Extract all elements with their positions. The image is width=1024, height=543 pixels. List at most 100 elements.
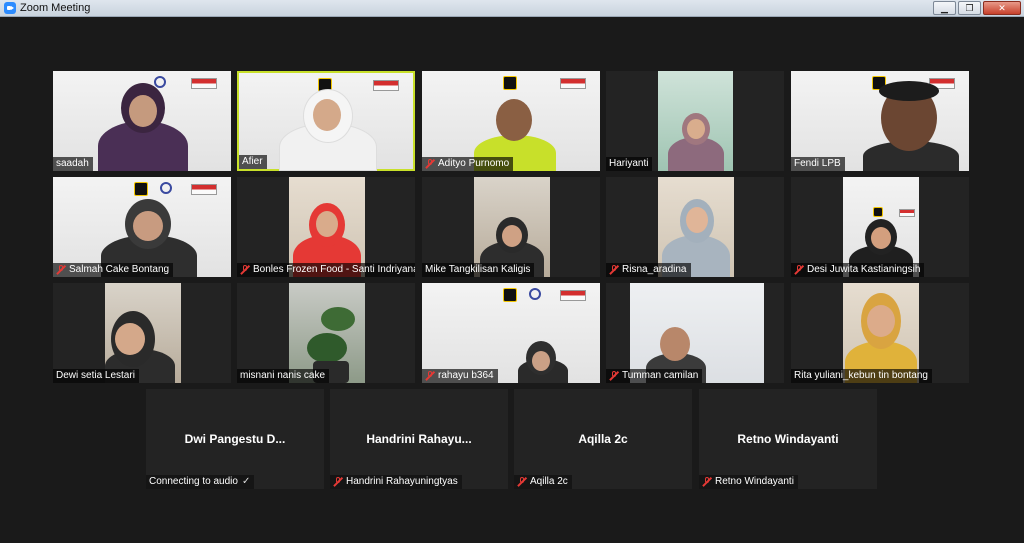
participant-card[interactable]: Retno Windayanti Retno Windayanti xyxy=(699,389,877,489)
video-feed xyxy=(843,177,919,277)
window-title: Zoom Meeting xyxy=(20,2,91,14)
participant-name: Risna_aradina xyxy=(622,264,687,275)
participant-nametag: Risna_aradina xyxy=(606,263,691,277)
participant-name: Hariyanti xyxy=(609,158,649,169)
participant-name: Handrini Rahayuningtyas xyxy=(346,476,458,487)
video-tile[interactable]: misnani nanis cake xyxy=(237,283,415,383)
video-feed xyxy=(53,71,231,171)
mic-muted-icon xyxy=(425,159,435,169)
participant-nametag: Salmah Cake Bontang xyxy=(53,263,174,277)
event-logos xyxy=(436,76,586,90)
video-feed xyxy=(791,71,969,171)
participant-name: Aqilla 2c xyxy=(530,476,568,487)
minimize-button[interactable]: ▁ xyxy=(933,1,956,15)
participant-nametag: Mike Tangkilisan Kaligis xyxy=(422,263,535,277)
participant-nametag: Tumman camilan xyxy=(606,369,703,383)
participant-silhouette xyxy=(666,111,726,171)
participant-display-name: Dwi Pangestu D... xyxy=(184,432,286,446)
video-tile[interactable]: Salmah Cake Bontang xyxy=(53,177,231,277)
mic-muted-icon xyxy=(609,265,619,275)
video-feed xyxy=(422,71,600,171)
banner-logo-icon xyxy=(191,184,217,195)
participant-name: Retno Windayanti xyxy=(715,476,794,487)
video-tile[interactable]: rahayu b364 xyxy=(422,283,600,383)
video-tile[interactable]: Hariyanti xyxy=(606,71,784,171)
video-tile[interactable]: Adityo Purnomo xyxy=(422,71,600,171)
participant-name: Afier xyxy=(242,156,263,167)
participant-name: Rita yuliani_kebun tin bontang xyxy=(794,370,928,381)
participant-name: Adityo Purnomo xyxy=(438,158,510,169)
banner-logo-icon xyxy=(560,78,586,89)
participant-name: rahayu b364 xyxy=(438,370,494,381)
window-controls: ▁ ❐ ✕ xyxy=(933,1,1021,15)
video-feed xyxy=(289,177,365,277)
video-feed xyxy=(474,177,550,277)
video-feed xyxy=(658,71,733,171)
video-feed xyxy=(105,283,181,383)
participant-silhouette xyxy=(861,81,961,171)
participant-silhouette xyxy=(277,87,377,171)
participant-nametag: Afier xyxy=(239,155,267,169)
video-tile[interactable]: Tumman camilan xyxy=(606,283,784,383)
participant-nametag: Handrini Rahayuningtyas xyxy=(330,475,462,489)
participant-silhouette xyxy=(518,341,568,383)
event-logos xyxy=(436,288,586,302)
participant-name: Mike Tangkilisan Kaligis xyxy=(425,264,531,275)
participant-name: Salmah Cake Bontang xyxy=(69,264,170,275)
pusat-logo-icon xyxy=(503,288,517,302)
participant-name: Fendi LPB xyxy=(794,158,841,169)
participant-nametag: Aqilla 2c xyxy=(514,475,572,489)
mic-muted-icon xyxy=(56,265,66,275)
participant-card[interactable]: Aqilla 2c Aqilla 2c xyxy=(514,389,692,489)
participant-name: misnani nanis cake xyxy=(240,370,326,381)
participant-name: Dewi setia Lestari xyxy=(56,370,135,381)
video-tile[interactable]: Mike Tangkilisan Kaligis xyxy=(422,177,600,277)
participant-card[interactable]: Dwi Pangestu D... Connecting to audio ✓ xyxy=(146,389,324,489)
participant-nametag: Adityo Purnomo xyxy=(422,157,514,171)
participant-nametag: Fendi LPB xyxy=(791,157,845,171)
video-tile-active-speaker[interactable]: Afier xyxy=(237,71,415,171)
banner-logo-icon xyxy=(560,290,586,301)
video-feed xyxy=(843,283,919,383)
video-tile[interactable]: Desi Juwita Kastianingsih xyxy=(791,177,969,277)
banner-logo-icon xyxy=(191,78,217,89)
pusat-logo-icon xyxy=(503,76,517,90)
pusat-logo-icon xyxy=(134,182,148,196)
participant-nametag: Desi Juwita Kastianingsih xyxy=(791,263,925,277)
video-tile[interactable]: Fendi LPB xyxy=(791,71,969,171)
video-tile[interactable]: Dewi setia Lestari xyxy=(53,283,231,383)
participant-nametag: misnani nanis cake xyxy=(237,369,330,383)
video-feed xyxy=(289,283,365,383)
mic-muted-icon xyxy=(609,371,619,381)
mic-muted-icon xyxy=(517,477,527,487)
participant-name: Bonles Frozen Food - Santi Indriyana xyxy=(253,264,415,275)
video-feed xyxy=(630,283,764,383)
video-tile[interactable]: Rita yuliani_kebun tin bontang xyxy=(791,283,969,383)
video-tile[interactable]: Risna_aradina xyxy=(606,177,784,277)
window-titlebar[interactable]: Zoom Meeting ▁ ❐ ✕ xyxy=(0,0,1024,17)
mic-muted-icon xyxy=(425,371,435,381)
participant-nametag: Hariyanti xyxy=(606,157,653,171)
close-button[interactable]: ✕ xyxy=(983,1,1021,15)
participant-nametag: Retno Windayanti xyxy=(699,475,798,489)
video-tile[interactable]: Bonles Frozen Food - Santi Indriyana xyxy=(237,177,415,277)
close-icon: ✕ xyxy=(998,3,1006,13)
participant-display-name: Aqilla 2c xyxy=(578,432,628,446)
participant-card[interactable]: Handrini Rahayu... Handrini Rahayuningty… xyxy=(330,389,508,489)
restore-icon: ❐ xyxy=(965,3,974,13)
audio-status-tag: Connecting to audio ✓ xyxy=(146,475,255,489)
mic-muted-icon xyxy=(702,477,712,487)
banner-logo-icon xyxy=(899,209,915,217)
emblem-logo-icon xyxy=(529,288,541,300)
restore-button[interactable]: ❐ xyxy=(958,1,981,15)
video-tile[interactable]: saadah xyxy=(53,71,231,171)
participant-nametag: saadah xyxy=(53,157,93,171)
pusat-logo-icon xyxy=(873,207,883,217)
video-feed xyxy=(53,177,231,277)
participant-silhouette xyxy=(93,81,193,171)
participant-display-name: Handrini Rahayu... xyxy=(366,432,472,446)
participant-nametag: Dewi setia Lestari xyxy=(53,369,139,383)
participant-name: Desi Juwita Kastianingsih xyxy=(807,264,921,275)
emblem-logo-icon xyxy=(160,182,172,194)
participant-nametag: Rita yuliani_kebun tin bontang xyxy=(791,369,932,383)
